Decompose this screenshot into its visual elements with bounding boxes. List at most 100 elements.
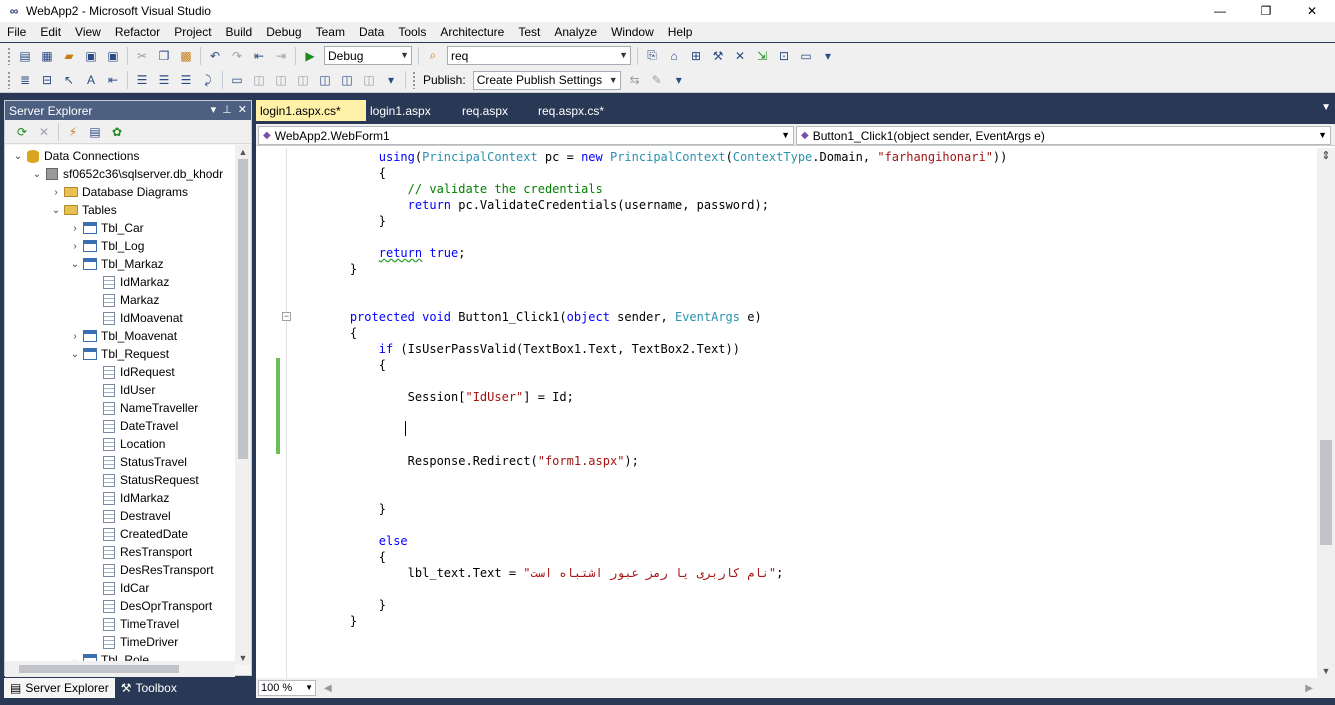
toolbar-grip[interactable]	[7, 46, 11, 65]
tree-item[interactable]: Destravel	[87, 507, 171, 525]
tree-item[interactable]: ⌄ Tbl_Markaz	[68, 255, 164, 273]
publish-settings-select[interactable]: Create Publish Settings ▼	[472, 70, 621, 90]
close-button[interactable]: ✕	[1289, 0, 1335, 22]
menu-project[interactable]: Project	[167, 22, 218, 42]
find-in-files-icon[interactable]: ⌕	[424, 47, 442, 65]
tree-item[interactable]: IdMarkaz	[87, 489, 169, 507]
tree-item[interactable]: IdMarkaz	[87, 273, 169, 291]
toolbar-overflow-icon[interactable]: ▾	[819, 47, 837, 65]
save-icon[interactable]: ▣	[82, 47, 100, 65]
tree-item[interactable]: Location	[87, 435, 165, 453]
outdent-icon[interactable]: ⇤	[104, 71, 122, 89]
connect-to-database-icon[interactable]: ⚡	[64, 123, 82, 141]
tree-item[interactable]: NameTraveller	[87, 399, 198, 417]
solution-explorer-icon[interactable]: ⎘	[643, 47, 661, 65]
tree-item[interactable]: ⌄ Tbl_Request	[68, 345, 169, 363]
restore-button[interactable]: ❐	[1243, 0, 1289, 22]
collapse-arrow-icon[interactable]: ⌄	[11, 151, 25, 162]
menu-refactor[interactable]: Refactor	[108, 22, 167, 42]
add-item-icon[interactable]: ▦	[38, 47, 56, 65]
toolbar-grip[interactable]	[412, 71, 416, 89]
new-project-icon[interactable]: ▤	[16, 47, 34, 65]
toggle-bookmark-icon[interactable]: ▭	[228, 71, 246, 89]
active-files-dropdown-icon[interactable]: ▼	[1321, 102, 1331, 113]
start-debugging-icon[interactable]: ▶	[301, 47, 319, 65]
tree-item[interactable]: CreatedDate	[87, 525, 188, 543]
bookmark-window-icon[interactable]: ◫	[338, 71, 356, 89]
scrollbar-thumb[interactable]	[1320, 440, 1332, 545]
copy-icon[interactable]: ❐	[155, 47, 173, 65]
display-word-completion-icon[interactable]: A	[82, 71, 100, 89]
open-file-icon[interactable]: ▰	[60, 47, 78, 65]
document-tab[interactable]: login1.aspx.cs*	[256, 100, 366, 121]
menu-window[interactable]: Window	[604, 22, 661, 42]
tree-item[interactable]: DesResTransport	[87, 561, 214, 579]
tree-item[interactable]: TimeDriver	[87, 633, 178, 651]
previous-bookmark-in-folder-icon[interactable]: ◫	[294, 71, 312, 89]
find-combo[interactable]: req ▼	[447, 46, 631, 65]
tree-item[interactable]: StatusTravel	[87, 453, 187, 471]
scrollbar-thumb[interactable]	[19, 665, 179, 673]
scroll-down-icon[interactable]: ▼	[235, 653, 251, 663]
tree-item[interactable]: ⌄ sf0652c36\sqlserver.db_khodr	[30, 165, 223, 183]
zoom-select[interactable]: 100 % ▼	[258, 680, 316, 696]
expand-arrow-icon[interactable]: ›	[68, 241, 82, 252]
menu-architecture[interactable]: Architecture	[433, 22, 511, 42]
toolbox-icon[interactable]: ⚒	[709, 47, 727, 65]
collapse-arrow-icon[interactable]: ⌄	[68, 259, 82, 270]
collapse-arrow-icon[interactable]: ⌄	[49, 205, 63, 216]
previous-bookmark-icon[interactable]: ◫	[250, 71, 268, 89]
tree-item[interactable]: IdCar	[87, 579, 149, 597]
command-window-icon[interactable]: ▭	[797, 47, 815, 65]
editor-vertical-scrollbar[interactable]: ⇕ ▼	[1317, 148, 1335, 678]
auto-hide-pin-icon[interactable]: ⊥	[222, 101, 232, 120]
editor-splitter-icon[interactable]: ⇕	[1319, 149, 1333, 163]
server-explorer-vertical-scrollbar[interactable]: ▲ ▼	[235, 145, 251, 665]
cut-icon[interactable]: ✂	[133, 47, 151, 65]
connect-to-sharepoint-icon[interactable]: ✿	[108, 123, 126, 141]
tree-item[interactable]: ⌄ Data Connections	[11, 147, 140, 165]
menu-file[interactable]: File	[0, 22, 33, 42]
scroll-left-icon[interactable]: ◀	[324, 683, 332, 694]
menu-edit[interactable]: Edit	[33, 22, 68, 42]
publish-settings-icon[interactable]: ✎	[648, 71, 666, 89]
server-explorer-horizontal-scrollbar[interactable]	[5, 661, 235, 677]
window-position-dropdown-icon[interactable]: ▾	[211, 101, 217, 120]
navigate-backward-icon[interactable]: ⇤	[250, 47, 268, 65]
display-parameter-info-icon[interactable]: ⊟	[38, 71, 56, 89]
expand-arrow-icon[interactable]: ›	[68, 223, 82, 234]
increase-indent-icon[interactable]: ☰	[155, 71, 173, 89]
decrease-indent-icon[interactable]: ☰	[133, 71, 151, 89]
properties-icon[interactable]: ⌂	[665, 47, 683, 65]
tree-item[interactable]: DateTravel	[87, 417, 178, 435]
stop-refresh-icon[interactable]: ✕	[35, 123, 53, 141]
scroll-down-icon[interactable]: ▼	[1317, 666, 1335, 676]
menu-data[interactable]: Data	[352, 22, 391, 42]
connect-to-server-icon[interactable]: ▤	[86, 123, 104, 141]
tree-item[interactable]: › Tbl_Log	[68, 237, 144, 255]
tree-item[interactable]: IdUser	[87, 381, 155, 399]
tree-item[interactable]: ResTransport	[87, 543, 192, 561]
uncomment-lines-icon[interactable]: ⤸	[199, 71, 217, 89]
display-object-member-list-icon[interactable]: ≣	[16, 71, 34, 89]
redo-icon[interactable]: ↷	[228, 47, 246, 65]
tree-item[interactable]: › Database Diagrams	[49, 183, 188, 201]
paste-icon[interactable]: ▩	[177, 47, 195, 65]
menu-view[interactable]: View	[68, 22, 108, 42]
tab-server-explorer[interactable]: ▤ Server Explorer	[4, 678, 115, 698]
next-bookmark-in-folder-icon[interactable]: ◫	[316, 71, 334, 89]
document-tab[interactable]: login1.aspx	[366, 100, 458, 121]
collapse-region-icon[interactable]: −	[282, 312, 291, 321]
menu-help[interactable]: Help	[661, 22, 700, 42]
tree-item[interactable]: Markaz	[87, 291, 159, 309]
menu-debug[interactable]: Debug	[259, 22, 308, 42]
menu-build[interactable]: Build	[219, 22, 260, 42]
tree-item[interactable]: StatusRequest	[87, 471, 199, 489]
scroll-up-icon[interactable]: ▲	[235, 147, 251, 157]
tab-toolbox[interactable]: ⚒ Toolbox	[115, 678, 183, 698]
types-dropdown[interactable]: ◆ WebApp2.WebForm1 ▼	[258, 126, 794, 145]
tree-item[interactable]: TimeTravel	[87, 615, 179, 633]
next-bookmark-icon[interactable]: ◫	[272, 71, 290, 89]
clear-bookmarks-icon[interactable]: ◫	[360, 71, 378, 89]
minimize-button[interactable]: —	[1197, 0, 1243, 22]
